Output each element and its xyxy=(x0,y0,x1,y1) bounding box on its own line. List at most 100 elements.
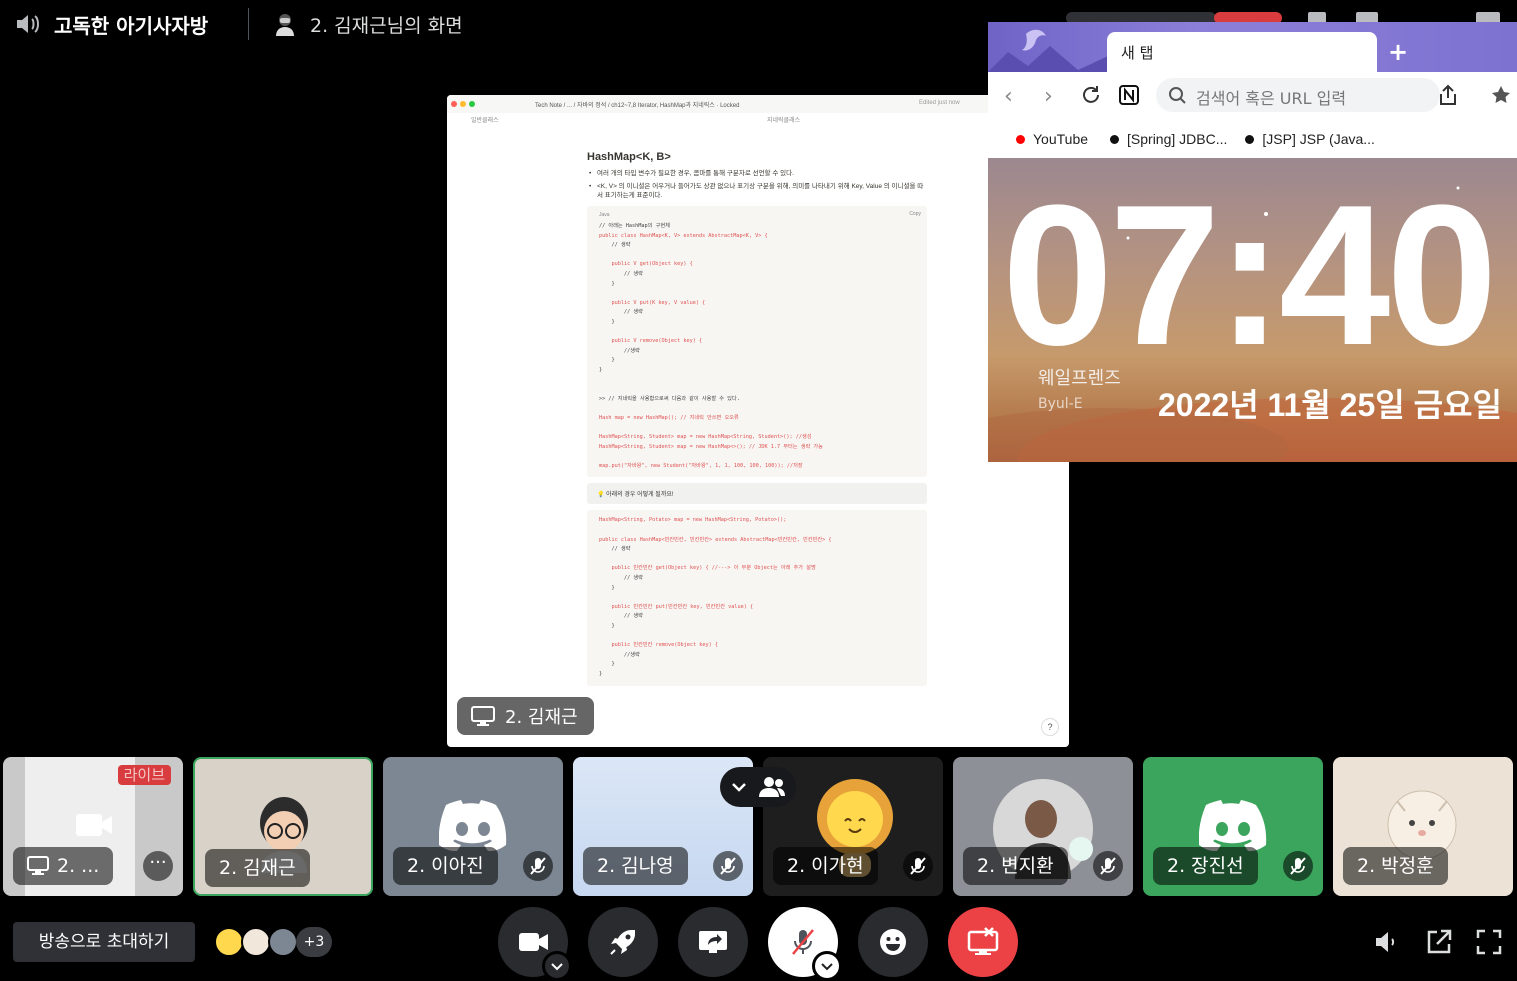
browser-toolbar: ‹ › 검색어 혹은 URL 입력 xyxy=(988,72,1517,120)
screen-share-button[interactable] xyxy=(678,907,748,977)
url-placeholder: 검색어 혹은 URL 입력 xyxy=(1196,89,1347,108)
code-line: // 생략 xyxy=(599,575,643,581)
bookmark-star-icon[interactable] xyxy=(1490,84,1514,106)
share-icon[interactable] xyxy=(1438,84,1458,106)
youtube-icon xyxy=(1016,134,1025,144)
bookmark-spring[interactable]: [Spring] JDBC... xyxy=(1110,131,1227,147)
camera-icon xyxy=(76,814,112,836)
code-line: public V put(K key, V value) { xyxy=(599,299,706,306)
code-line: public 빈칸빈칸 put(빈칸빈칸 key, 빈칸빈칸 value) { xyxy=(599,603,754,610)
code-line: // 아래는 HashMap의 구현체 xyxy=(599,223,670,229)
smiley-icon xyxy=(880,929,906,955)
volume-icon[interactable] xyxy=(1372,927,1402,957)
bookmark-youtube[interactable]: YouTube xyxy=(1016,131,1088,147)
disconnect-screen-icon xyxy=(967,927,999,955)
leave-call-button[interactable] xyxy=(948,907,1018,977)
help-button: ? xyxy=(1041,718,1059,736)
viewer-avatar xyxy=(214,927,244,957)
screen-title: 2. 김재근님의 화면 xyxy=(310,15,463,37)
stream-owner-tag: 2. 김재근 xyxy=(457,697,594,735)
bookmark-label: [Spring] JDBC... xyxy=(1127,131,1228,147)
channel-name: 고독한 아기사자방 xyxy=(54,14,209,38)
whale-theme-art xyxy=(988,29,1108,72)
extra-viewers-count: +3 xyxy=(296,927,332,957)
muted-mic-icon xyxy=(1093,851,1123,881)
code-line: public class HashMap<K, V> extends Abstr… xyxy=(599,232,768,239)
notion-edited: Edited just now xyxy=(919,100,960,106)
bookmark-dot-icon xyxy=(1110,134,1120,144)
participant-name: 2. 변지환 xyxy=(963,847,1068,885)
code-line: //생략 xyxy=(599,347,640,354)
participant-name: 2. 이가현 xyxy=(773,847,878,885)
popout-icon[interactable] xyxy=(1424,927,1454,957)
rocket-icon xyxy=(610,930,635,955)
participant-name: 2. ... xyxy=(57,855,100,877)
participant-tile[interactable]: 2. 변지환 xyxy=(953,757,1133,896)
muted-mic-icon xyxy=(903,851,933,881)
notion-page-body: HashMap<K, B> 여러 개의 타입 변수가 필요한 경우, 콤마를 통… xyxy=(587,151,927,686)
newtab-date: 2022년 11월 25일 금요일 xyxy=(1158,387,1502,423)
bookmark-label: YouTube xyxy=(1033,131,1089,147)
chevron-down-icon xyxy=(732,783,746,792)
camera-options-button[interactable] xyxy=(542,951,572,981)
code-line: // 생략 xyxy=(599,613,643,620)
code-line: public V remove(Object key) { xyxy=(599,338,703,345)
code-line: // 생략 xyxy=(599,242,631,249)
header-divider xyxy=(248,8,249,40)
code-line: public 빈칸빈칸 remove(Object key) { xyxy=(599,642,719,649)
participant-tile[interactable]: 2. 이아진 xyxy=(383,757,563,896)
browser-tab-newtab[interactable]: 새 탭 xyxy=(1107,32,1377,72)
address-bar[interactable]: 검색어 혹은 URL 입력 xyxy=(1156,78,1440,112)
screen-share-icon xyxy=(471,706,495,726)
code-line: } xyxy=(599,357,615,364)
notion-extension-icon[interactable] xyxy=(1119,85,1139,105)
code-line: >> // 지네릭을 사용함으로써 다음과 같이 사용할 수 있다. xyxy=(599,395,740,402)
code-lines-2: HashMap<String, Potato> map = new HashMa… xyxy=(599,516,915,679)
participants-toggle-button[interactable] xyxy=(720,767,796,807)
invite-to-stream-button[interactable]: 방송으로 초대하기 xyxy=(13,922,195,962)
code-block: Java Copy // 아래는 HashMap의 구현체 public clas… xyxy=(587,206,927,478)
participant-tile[interactable]: 2. 김재근 xyxy=(193,757,373,896)
shared-screen[interactable]: Tech Note / ... / 자바의 정석 / ch12~7,8 Iter… xyxy=(447,95,1069,747)
stream-owner-name: 2. 김재근 xyxy=(505,707,578,728)
mic-options-button[interactable] xyxy=(812,951,842,981)
code-copy-button: Copy xyxy=(909,211,921,217)
participant-name: 2. 김재근 xyxy=(205,849,310,887)
muted-mic-icon xyxy=(523,851,553,881)
newtab-clock: 07:40 xyxy=(1002,164,1498,387)
forward-arrow-icon[interactable]: › xyxy=(1044,84,1053,109)
browser-window[interactable]: 새 탭 + ‹ › 검색어 혹은 URL 입력 YouTube [Spring]… xyxy=(988,22,1517,462)
code-line: } xyxy=(599,366,603,373)
muted-mic-icon xyxy=(713,851,743,881)
reload-icon[interactable] xyxy=(1080,84,1102,106)
more-options-icon[interactable]: ··· xyxy=(143,851,173,881)
mute-microphone-button[interactable] xyxy=(768,907,842,981)
notion-bullet: 여러 개의 타입 변수가 필요한 경우, 콤마를 통해 구분자로 선언할 수 있… xyxy=(589,169,927,178)
muted-mic-icon xyxy=(1283,851,1313,881)
code-line: } xyxy=(599,280,615,287)
code-line: //생략 xyxy=(599,651,640,658)
chevron-down-icon xyxy=(815,954,839,978)
code-line: HashMap<String, Potato> map = new HashMa… xyxy=(599,517,787,524)
participant-name: 2. 박정훈 xyxy=(1343,847,1448,885)
participant-tile[interactable]: 2. 장진선 xyxy=(1143,757,1323,896)
bookmark-jsp[interactable]: [JSP] JSP (Java... xyxy=(1245,131,1375,147)
participant-tile-stream[interactable]: 라이브 2. ... ··· xyxy=(3,757,183,896)
participant-tile[interactable]: 2. 박정훈 xyxy=(1333,757,1513,896)
back-arrow-icon[interactable]: ‹ xyxy=(1004,84,1013,109)
activity-button[interactable] xyxy=(588,907,658,977)
new-tab-plus-icon[interactable]: + xyxy=(1388,38,1408,66)
lightbulb-icon: 💡 xyxy=(597,492,607,499)
code-line: public 빈칸빈칸 get(Object key) { //---> 이 부… xyxy=(599,565,816,572)
camera-button[interactable] xyxy=(498,907,572,981)
reactions-button[interactable] xyxy=(858,907,928,977)
people-icon xyxy=(759,777,785,797)
bookmarks-bar: YouTube [Spring] JDBC... [JSP] JSP (Java… xyxy=(988,120,1517,158)
fullscreen-icon[interactable] xyxy=(1474,927,1504,957)
code-line: } xyxy=(599,661,615,668)
